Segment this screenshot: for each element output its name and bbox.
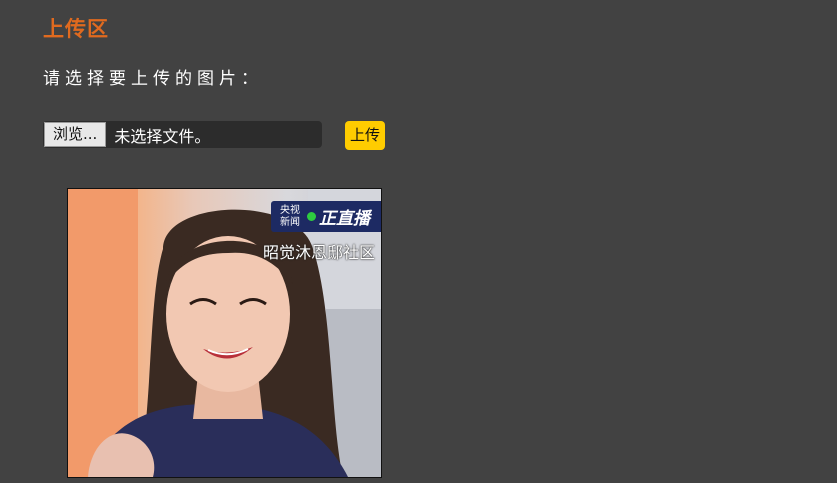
upload-prompt-label: 请选择要上传的图片： <box>43 69 263 89</box>
location-caption: 昭觉沐恩邸社区 <box>262 243 375 262</box>
live-text: 正直播 <box>319 209 370 229</box>
file-status-text: 未选择文件。 <box>114 126 211 146</box>
preview-photo <box>68 189 381 477</box>
upload-button[interactable]: 上传 <box>345 121 386 150</box>
live-dot-icon <box>307 212 316 221</box>
browse-button[interactable]: 浏览... <box>44 122 107 147</box>
live-channel-line2: 新闻 <box>280 216 300 228</box>
live-channel-line1: 央视 <box>280 204 300 216</box>
file-input[interactable]: 浏览... 未选择文件。 <box>43 121 322 148</box>
live-badge: 央视 新闻 正直播 <box>271 201 381 232</box>
live-channel-logo: 央视 新闻 <box>275 205 305 229</box>
upload-section-title: 上传区 <box>43 17 109 41</box>
image-preview: 央视 新闻 正直播 昭觉沐恩邸社区 <box>67 188 382 478</box>
